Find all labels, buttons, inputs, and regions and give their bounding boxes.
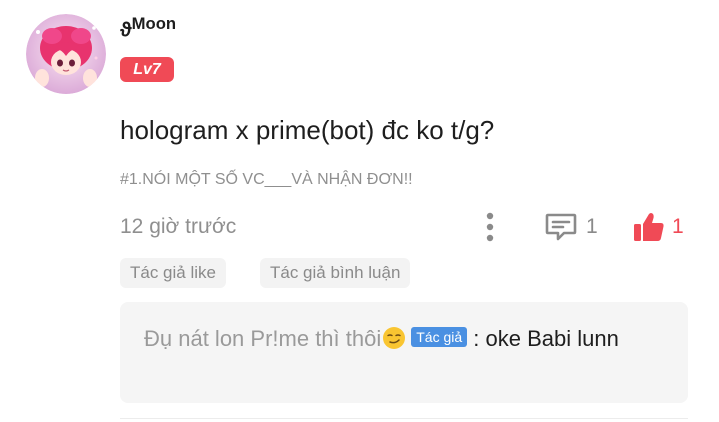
post-card: ϑMoon Lv7 hologram x prime(bot) đc ko t/… [0,0,719,422]
author-name-prefix: ϑ [120,19,132,42]
reply-separator: : [473,326,480,351]
quoted-comment-text: Đụ nát lon Pr!me thì thôi [144,326,382,351]
author-badge: Tác giả [411,327,468,347]
author-name-text: Moon [131,14,177,33]
more-vertical-icon [486,212,494,242]
reply-text: oke Babi lunn [485,326,619,351]
comment-count: 1 [586,215,598,238]
post-title[interactable]: hologram x prime(bot) đc ko t/g? [120,115,494,146]
comment-preview[interactable]: Đụ nát lon Pr!me thì thôi Tác giả : oke … [120,302,688,403]
level-badge: Lv7 [120,57,174,82]
post-timestamp: 12 giờ trước [120,215,237,238]
thumbs-up-icon [634,213,664,241]
divider [120,418,688,419]
anime-avatar-icon [26,14,106,94]
comment-icon [545,213,577,241]
like-button[interactable]: 1 [632,210,684,244]
smirk-emoji-icon [383,327,406,349]
comment-button[interactable]: 1 [544,210,598,244]
author-name[interactable]: ϑMoon [120,14,176,43]
author-like-chip[interactable]: Tác giả like [120,258,226,288]
topic-tag[interactable]: #1.NÓI MỘT SỐ VC___VÀ NHẬN ĐƠN!! [120,171,413,189]
more-options-button[interactable] [478,210,502,244]
author-comment-chip[interactable]: Tác giả bình luận [260,258,411,288]
like-count: 1 [672,215,684,238]
avatar[interactable] [26,14,106,94]
